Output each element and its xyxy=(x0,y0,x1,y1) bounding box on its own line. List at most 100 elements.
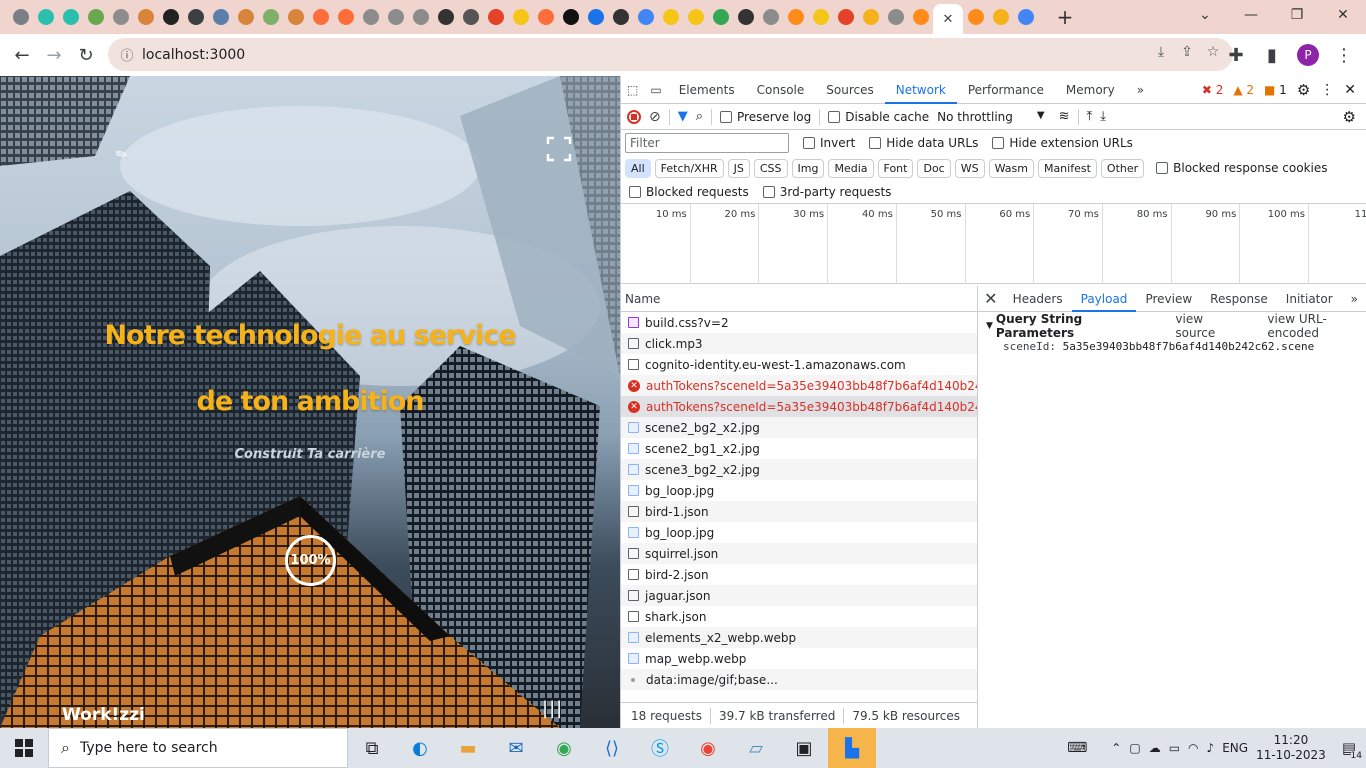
clock[interactable]: 11:20 11-10-2023 xyxy=(1256,733,1326,763)
preserve-log-checkbox[interactable]: Preserve log xyxy=(720,110,811,124)
inspect-element-icon[interactable]: ⬚ xyxy=(621,76,644,104)
close-tab-icon[interactable]: ✕ xyxy=(943,12,954,27)
close-detail-icon[interactable]: ✕ xyxy=(978,289,1004,308)
sound-wave-icon[interactable]: ||| xyxy=(542,698,563,719)
browser-tab[interactable] xyxy=(633,0,658,34)
site-info-icon[interactable]: ⓘ xyxy=(112,45,142,64)
view-url-encoded-link[interactable]: view URL-encoded xyxy=(1267,312,1366,340)
browser-tab[interactable] xyxy=(83,0,108,34)
hide-data-urls-checkbox[interactable]: Hide data URLs xyxy=(869,136,978,150)
warning-count[interactable]: ▲ 2 xyxy=(1233,83,1254,97)
browser-tab[interactable] xyxy=(58,0,83,34)
chrome-profile-icon[interactable]: ◉ xyxy=(684,728,732,768)
network-settings-gear-icon[interactable]: ⚙ xyxy=(1343,108,1356,126)
type-filter-fetch-xhr[interactable]: Fetch/XHR xyxy=(654,158,724,178)
browser-tab[interactable] xyxy=(8,0,33,34)
network-overview-timeline[interactable]: 10 ms 20 ms 30 ms 40 ms 50 ms 60 ms 70 ms 80 ms… xyxy=(621,204,1366,284)
request-row[interactable]: scene2_bg2_x2.jpg xyxy=(621,417,977,438)
address-bar[interactable]: ⓘ localhost:3000 ⤓ ⇪ ☆ xyxy=(108,38,1233,71)
devtools-tab-console[interactable]: Console xyxy=(746,76,816,104)
browser-tab[interactable] xyxy=(683,0,708,34)
browser-tab[interactable] xyxy=(408,0,433,34)
browser-tab[interactable] xyxy=(208,0,233,34)
browser-tab[interactable] xyxy=(283,0,308,34)
type-filter-other[interactable]: Other xyxy=(1100,158,1145,178)
request-row[interactable]: elements_x2_webp.webp xyxy=(621,627,977,648)
site-logo[interactable]: Work!zzi xyxy=(62,705,145,725)
clear-log-icon[interactable]: ⊘ xyxy=(649,109,661,125)
browser-tab[interactable] xyxy=(858,0,883,34)
active-browser-tab[interactable]: ✕ xyxy=(933,4,963,34)
detail-tab-headers[interactable]: Headers xyxy=(1004,286,1072,312)
detail-tab-initiator[interactable]: Initiator xyxy=(1277,286,1342,312)
import-har-icon[interactable]: ⤒ xyxy=(1087,109,1093,124)
share-icon[interactable]: ⇪ xyxy=(1177,44,1197,60)
browser-tab[interactable] xyxy=(433,0,458,34)
export-har-icon[interactable]: ⤓ xyxy=(1100,109,1106,124)
browser-tab[interactable] xyxy=(583,0,608,34)
reload-button[interactable]: ↻ xyxy=(70,39,102,71)
edge-icon[interactable]: ◐ xyxy=(396,728,444,768)
skype-icon[interactable]: Ⓢ xyxy=(636,728,684,768)
request-row[interactable]: click.mp3 xyxy=(621,333,977,354)
browser-tab[interactable] xyxy=(458,0,483,34)
back-button[interactable]: ← xyxy=(6,39,38,71)
browser-tab[interactable] xyxy=(733,0,758,34)
third-party-requests-checkbox[interactable]: 3rd-party requests xyxy=(762,185,891,199)
more-tabs-button[interactable]: » xyxy=(1126,76,1155,104)
type-filter-font[interactable]: Font xyxy=(877,158,914,178)
browser-tab[interactable] xyxy=(233,0,258,34)
browser-tab[interactable] xyxy=(708,0,733,34)
browser-tab[interactable] xyxy=(658,0,683,34)
device-toolbar-icon[interactable]: ▭ xyxy=(644,76,667,104)
address-url[interactable]: localhost:3000 xyxy=(142,47,245,63)
network-conditions-icon[interactable]: ≋ xyxy=(1059,109,1070,124)
settings-gear-icon[interactable]: ⚙ xyxy=(1297,81,1310,99)
browser-tab[interactable] xyxy=(833,0,858,34)
request-row[interactable]: scene2_bg1_x2.jpg xyxy=(621,438,977,459)
browser-tab[interactable] xyxy=(108,0,133,34)
profile-avatar[interactable]: P xyxy=(1292,39,1324,71)
notifications-icon[interactable]: ▤ 14 xyxy=(1342,739,1362,761)
browser-tab[interactable] xyxy=(558,0,583,34)
request-row[interactable]: cognito-identity.eu-west-1.amazonaws.com xyxy=(621,354,977,375)
type-filter-js[interactable]: JS xyxy=(727,158,750,178)
filter-input[interactable] xyxy=(625,133,789,153)
view-source-link[interactable]: view source xyxy=(1175,312,1239,340)
request-row[interactable]: bird-1.json xyxy=(621,501,977,522)
request-row[interactable]: bg_loop.jpg xyxy=(621,480,977,501)
filter-funnel-icon[interactable]: ▼ xyxy=(678,109,688,124)
detail-tab-payload[interactable]: Payload xyxy=(1071,286,1137,312)
collapse-triangle-icon[interactable]: ▼ xyxy=(986,321,993,331)
browser-tab[interactable] xyxy=(333,0,358,34)
browser-tab[interactable] xyxy=(1013,0,1038,34)
battery-icon[interactable]: ▭ xyxy=(1169,741,1180,755)
close-devtools-icon[interactable]: ✕ xyxy=(1344,82,1356,98)
request-row[interactable]: scene3_bg2_x2.jpg xyxy=(621,459,977,480)
photos-app-icon[interactable]: ▙ xyxy=(828,728,876,768)
blocked-requests-checkbox[interactable]: Blocked requests xyxy=(629,185,749,199)
fullscreen-icon[interactable] xyxy=(546,136,572,162)
devtools-tab-network[interactable]: Network xyxy=(884,76,957,104)
onedrive-cloud-icon[interactable]: ☁ xyxy=(1149,741,1161,755)
type-filter-wasm[interactable]: Wasm xyxy=(988,158,1034,178)
notes-app-icon[interactable]: ▱ xyxy=(732,728,780,768)
new-tab-button[interactable]: + xyxy=(1050,0,1080,34)
taskbar-search[interactable]: ⌕ Type here to search xyxy=(48,728,348,768)
request-row[interactable]: bird-2.json xyxy=(621,564,977,585)
browser-tab[interactable] xyxy=(358,0,383,34)
search-icon[interactable]: ⌕ xyxy=(696,109,703,124)
vscode-icon[interactable]: ⟨⟩ xyxy=(588,728,636,768)
browser-tab[interactable] xyxy=(33,0,58,34)
website-viewport[interactable]: ✎ Notre technologie au service de ton am… xyxy=(0,76,620,728)
browser-tab[interactable] xyxy=(908,0,933,34)
request-row[interactable]: ✕ authTokens?sceneId=5a35e39403bb48f7b6af… xyxy=(621,375,977,396)
start-button[interactable] xyxy=(0,728,48,768)
browser-tab[interactable] xyxy=(883,0,908,34)
extensions-puzzle-icon[interactable]: ✚ xyxy=(1220,39,1252,71)
browser-tab[interactable] xyxy=(758,0,783,34)
type-filter-doc[interactable]: Doc xyxy=(917,158,951,178)
browser-tab[interactable] xyxy=(483,0,508,34)
issues-count[interactable]: ■ 1 xyxy=(1264,83,1287,97)
browser-tab[interactable] xyxy=(383,0,408,34)
